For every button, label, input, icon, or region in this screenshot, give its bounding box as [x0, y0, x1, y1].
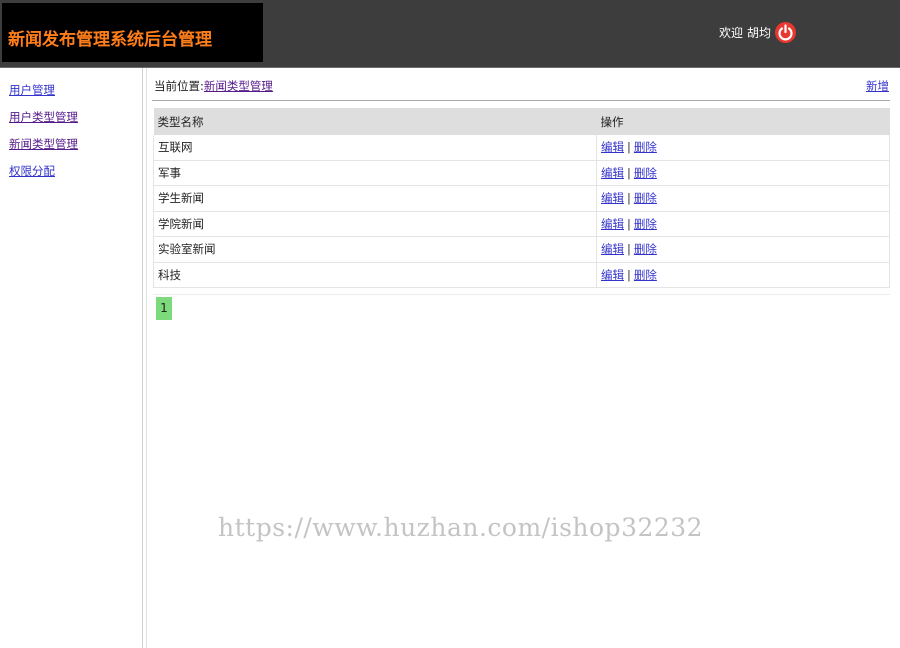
header-bar: 新闻发布管理系统后台管理 欢迎 胡均 — [0, 0, 900, 68]
news-type-table: 类型名称 操作 互联网 编辑 | 删除 军事 编辑 | 删除 学生新闻 编辑 | 删除 学院… — [153, 108, 890, 288]
delete-link[interactable]: 删除 — [634, 191, 657, 205]
sidebar-item-permission-assignment[interactable]: 权限分配 — [9, 163, 55, 179]
breadcrumb: 当前位置:新闻类型管理 — [154, 78, 273, 94]
edit-link[interactable]: 编辑 — [601, 268, 624, 282]
pagination-divider — [153, 294, 890, 295]
delete-link[interactable]: 删除 — [634, 140, 657, 154]
app-title: 新闻发布管理系统后台管理 — [8, 30, 212, 50]
actions-cell: 编辑 | 删除 — [596, 211, 890, 237]
type-name-cell: 军事 — [153, 160, 597, 186]
separator: | — [627, 267, 631, 282]
delete-link[interactable]: 删除 — [634, 217, 657, 231]
table-row: 学生新闻 编辑 | 删除 — [153, 185, 890, 212]
table-header-row: 类型名称 操作 — [153, 108, 890, 135]
separator: | — [627, 140, 631, 155]
welcome-text: 欢迎 胡均 — [719, 24, 771, 41]
delete-link[interactable]: 删除 — [634, 166, 657, 180]
table-row: 学院新闻 编辑 | 删除 — [153, 211, 890, 237]
type-name-cell: 科技 — [153, 262, 597, 288]
type-name-cell: 学院新闻 — [153, 211, 597, 237]
type-name-cell: 实验室新闻 — [153, 236, 597, 263]
main-content: 当前位置:新闻类型管理 新增 类型名称 操作 互联网 编辑 | 删除 军事 编辑 | 删… — [146, 68, 900, 648]
type-name-cell: 互联网 — [153, 135, 597, 161]
table-row: 互联网 编辑 | 删除 — [153, 135, 890, 161]
separator: | — [627, 216, 631, 231]
actions-cell: 编辑 | 删除 — [596, 262, 890, 288]
page-number-current[interactable]: 1 — [156, 297, 172, 320]
power-icon[interactable] — [775, 22, 796, 43]
edit-link[interactable]: 编辑 — [601, 166, 624, 180]
welcome-label: 欢迎 — [719, 26, 744, 40]
logo-box: 新闻发布管理系统后台管理 — [2, 3, 263, 62]
table-row: 科技 编辑 | 删除 — [153, 262, 890, 288]
delete-link[interactable]: 删除 — [634, 268, 657, 282]
column-header-type-name: 类型名称 — [153, 108, 597, 135]
sidebar: 用户管理 用户类型管理 新闻类型管理 权限分配 — [0, 68, 143, 648]
edit-link[interactable]: 编辑 — [601, 217, 624, 231]
actions-cell: 编辑 | 删除 — [596, 160, 890, 186]
type-name-cell: 学生新闻 — [153, 185, 597, 212]
separator: | — [627, 242, 631, 257]
separator: | — [627, 191, 631, 206]
column-header-actions: 操作 — [596, 108, 890, 135]
sidebar-item-user-management[interactable]: 用户管理 — [9, 82, 55, 98]
actions-cell: 编辑 | 删除 — [596, 135, 890, 161]
delete-link[interactable]: 删除 — [634, 242, 657, 256]
edit-link[interactable]: 编辑 — [601, 191, 624, 205]
table-row: 军事 编辑 | 删除 — [153, 160, 890, 186]
sidebar-item-news-type-management[interactable]: 新闻类型管理 — [9, 136, 78, 152]
breadcrumb-divider — [152, 100, 890, 101]
actions-cell: 编辑 | 删除 — [596, 185, 890, 212]
watermark-text: https://www.huzhan.com/ishop32232 — [218, 513, 704, 542]
username: 胡均 — [747, 26, 772, 40]
edit-link[interactable]: 编辑 — [601, 242, 624, 256]
add-button[interactable]: 新增 — [866, 78, 889, 94]
breadcrumb-prefix: 当前位置: — [154, 79, 204, 93]
table-row: 实验室新闻 编辑 | 删除 — [153, 236, 890, 263]
actions-cell: 编辑 | 删除 — [596, 236, 890, 263]
separator: | — [627, 165, 631, 180]
breadcrumb-link[interactable]: 新闻类型管理 — [204, 79, 273, 93]
sidebar-item-user-type-management[interactable]: 用户类型管理 — [9, 109, 78, 125]
edit-link[interactable]: 编辑 — [601, 140, 624, 154]
